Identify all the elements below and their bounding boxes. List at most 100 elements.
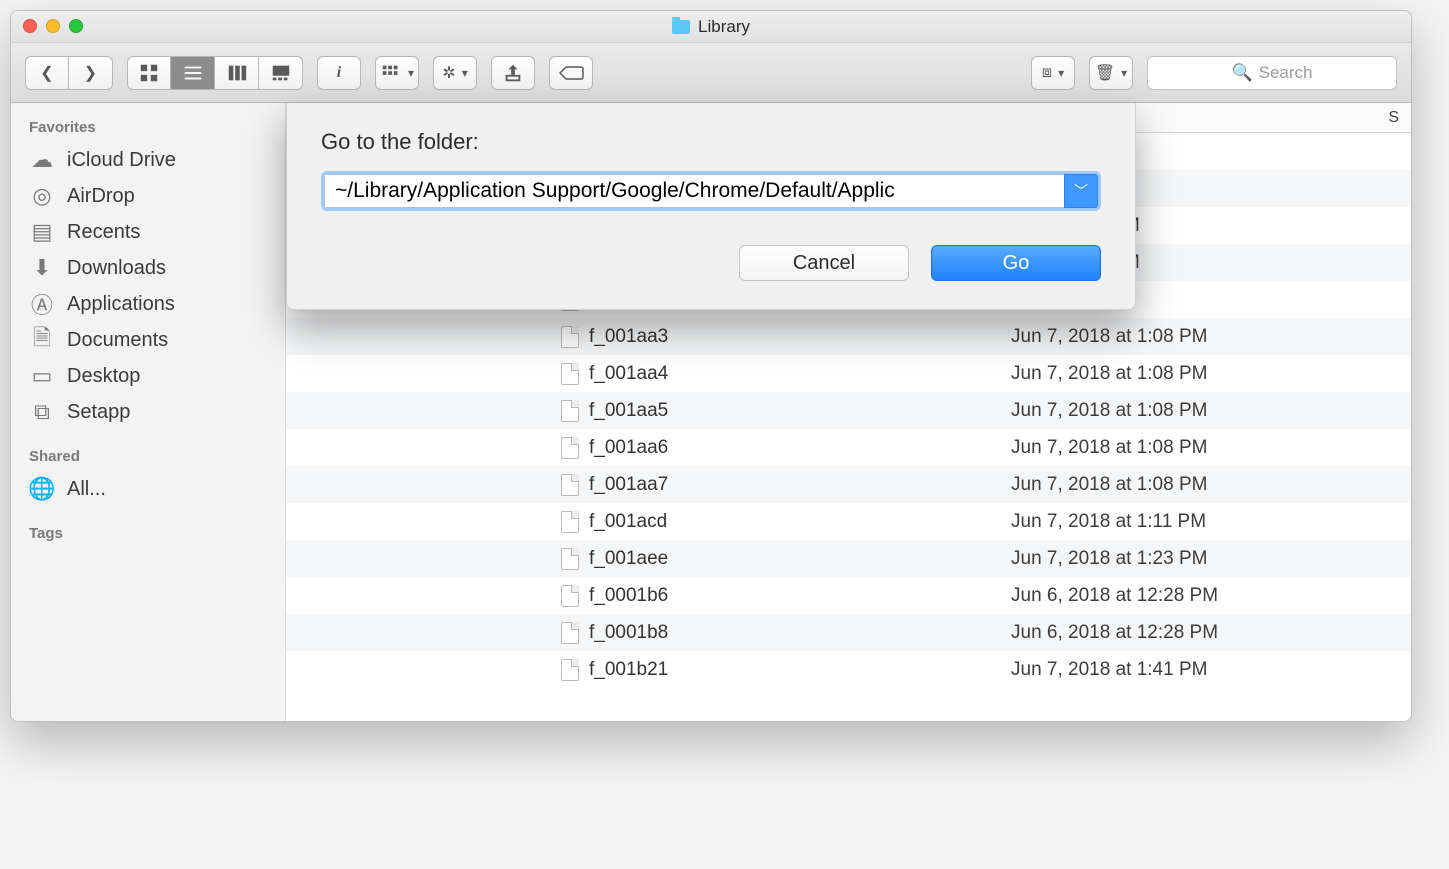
file-name: f_001aa6	[589, 437, 668, 459]
forward-button[interactable]: ❯	[69, 56, 113, 90]
sidebar-item-label: AirDrop	[67, 185, 135, 208]
airdrop-icon: ◎	[29, 184, 55, 208]
file-name: f_001aa4	[589, 363, 668, 385]
sidebar-item-desktop[interactable]: ▭ Desktop	[11, 358, 285, 394]
file-name: f_0001b6	[589, 585, 668, 607]
share-icon	[502, 62, 524, 84]
file-name: f_001aee	[589, 548, 668, 570]
sidebar-item-label: Documents	[67, 329, 168, 352]
chevron-down-icon: ▾	[462, 66, 468, 80]
cancel-button[interactable]: Cancel	[739, 245, 909, 281]
search-field[interactable]: 🔍 Search	[1147, 56, 1397, 90]
dropbox-icon: ⧈	[1042, 64, 1052, 82]
favorites-heading: Favorites	[11, 115, 285, 142]
toolbar: ❮ ❯ i ▾ ✲ ▾	[11, 43, 1411, 103]
file-row[interactable]: f_001b21 Jun 7, 2018 at 1:41 PM	[286, 651, 1411, 688]
sidebar-item-downloads[interactable]: ⬇ Downloads	[11, 250, 285, 286]
recents-icon: ▤	[29, 220, 55, 244]
view-mode-buttons	[127, 56, 303, 90]
close-window-button[interactable]	[23, 19, 37, 33]
file-icon	[561, 363, 579, 385]
file-icon	[561, 622, 579, 644]
back-button[interactable]: ❮	[25, 56, 69, 90]
applications-icon: Ⓐ	[29, 292, 55, 316]
sidebar-item-icloud[interactable]: ☁︎ iCloud Drive	[11, 142, 285, 178]
finder-window: Library ❮ ❯ i ▾ ✲ ▾	[10, 10, 1412, 722]
search-placeholder: Search	[1259, 63, 1313, 83]
file-date: Jun 6, 2018 at 12:28 PM	[1001, 585, 1371, 607]
tag-icon	[557, 66, 585, 80]
column-size[interactable]: S	[1371, 109, 1411, 127]
file-row[interactable]: f_001acd Jun 7, 2018 at 1:11 PM	[286, 503, 1411, 540]
file-date: Jun 7, 2018 at 1:08 PM	[1001, 363, 1371, 385]
setapp-icon: ⧉	[29, 400, 55, 424]
file-name: f_001b21	[589, 659, 668, 681]
share-button[interactable]	[491, 56, 535, 90]
file-name: f_001acd	[589, 511, 667, 533]
sidebar-item-airdrop[interactable]: ◎ AirDrop	[11, 178, 285, 214]
nav-buttons: ❮ ❯	[25, 56, 113, 90]
zoom-window-button[interactable]	[69, 19, 83, 33]
file-row[interactable]: f_001aa7Jun 7, 2018 at 1:08 PM	[286, 466, 1411, 503]
tags-heading: Tags	[11, 521, 285, 548]
file-icon	[561, 474, 579, 496]
downloads-icon: ⬇	[29, 256, 55, 280]
chevron-down-icon: ▾	[1121, 66, 1127, 80]
go-to-folder-dropdown[interactable]: ﹀	[1064, 174, 1098, 208]
file-date: Jun 6, 2018 at 12:28 PM	[1001, 622, 1371, 644]
network-icon: 🌐	[29, 477, 55, 501]
sidebar-item-documents[interactable]: 🗎 Documents	[11, 322, 285, 358]
sidebar-item-label: Recents	[67, 221, 140, 244]
column-view-button[interactable]	[215, 56, 259, 90]
file-row[interactable]: f_001aee Jun 7, 2018 at 1:23 PM	[286, 540, 1411, 577]
sidebar: Favorites ☁︎ iCloud Drive ◎ AirDrop ▤ Re…	[11, 103, 286, 721]
quick-action-button[interactable]: 🗑 ▾	[1089, 56, 1133, 90]
get-info-button[interactable]: i	[317, 56, 361, 90]
file-date: Jun 7, 2018 at 1:23 PM	[1001, 548, 1371, 570]
file-row[interactable]: f_001aa5Jun 7, 2018 at 1:08 PM	[286, 392, 1411, 429]
sidebar-item-all-shared[interactable]: 🌐 All...	[11, 471, 285, 507]
file-row[interactable]: f_001aa3Jun 7, 2018 at 1:08 PM	[286, 318, 1411, 355]
window-controls	[23, 19, 83, 33]
folder-icon	[672, 20, 690, 34]
icon-view-button[interactable]	[127, 56, 171, 90]
go-to-folder-sheet: Go to the folder: ﹀ Cancel Go	[286, 103, 1136, 310]
chevron-down-icon: ▾	[1058, 66, 1064, 80]
sidebar-item-applications[interactable]: Ⓐ Applications	[11, 286, 285, 322]
file-date: Jun 7, 2018 at 1:08 PM	[1001, 326, 1371, 348]
go-button[interactable]: Go	[931, 245, 1101, 281]
file-date: Jun 7, 2018 at 1:11 PM	[1001, 511, 1371, 533]
shared-heading: Shared	[11, 444, 285, 471]
tags-button[interactable]	[549, 56, 593, 90]
group-icon	[380, 62, 402, 84]
file-row[interactable]: f_0001b6 Jun 6, 2018 at 12:28 PM	[286, 577, 1411, 614]
group-by-button[interactable]: ▾	[375, 56, 419, 90]
file-row[interactable]: f_001aa4 Jun 7, 2018 at 1:08 PM	[286, 355, 1411, 392]
file-icon	[561, 548, 579, 570]
file-icon	[561, 511, 579, 533]
grid-icon	[138, 62, 160, 84]
action-menu-button[interactable]: ✲ ▾	[433, 56, 477, 90]
trash-icon: 🗑	[1095, 63, 1115, 83]
go-to-folder-input[interactable]	[324, 174, 1064, 208]
file-icon	[561, 326, 579, 348]
file-row[interactable]: f_0001b8 Jun 6, 2018 at 12:28 PM	[286, 614, 1411, 651]
gallery-view-button[interactable]	[259, 56, 303, 90]
minimize-window-button[interactable]	[46, 19, 60, 33]
list-view-button[interactable]	[171, 56, 215, 90]
sidebar-item-label: Setapp	[67, 401, 130, 424]
file-name: f_001aa5	[589, 400, 668, 422]
file-icon	[561, 585, 579, 607]
chevron-down-icon: ▾	[408, 66, 414, 80]
sidebar-item-recents[interactable]: ▤ Recents	[11, 214, 285, 250]
file-date: Jun 7, 2018 at 1:41 PM	[1001, 659, 1371, 681]
dropbox-button[interactable]: ⧈ ▾	[1031, 56, 1075, 90]
file-name: f_001aa7	[589, 474, 668, 496]
documents-icon: 🗎	[29, 328, 55, 352]
file-row[interactable]: f_001aa6Jun 7, 2018 at 1:08 PM	[286, 429, 1411, 466]
sidebar-item-setapp[interactable]: ⧉ Setapp	[11, 394, 285, 430]
go-to-folder-combo: ﹀	[321, 171, 1101, 211]
gallery-icon	[270, 62, 292, 84]
file-name: f_0001b8	[589, 622, 668, 644]
search-icon: 🔍	[1231, 63, 1252, 83]
